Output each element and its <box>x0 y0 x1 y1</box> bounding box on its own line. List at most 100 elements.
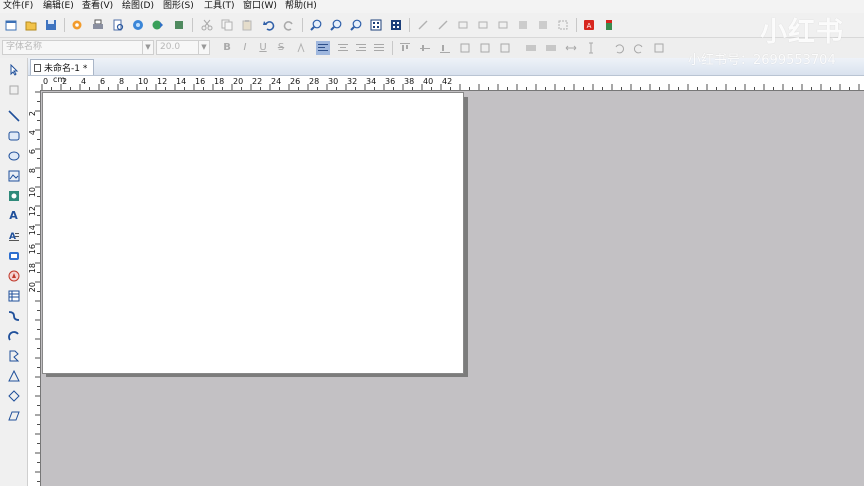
justify-icon[interactable] <box>372 41 386 55</box>
paragraph-icon[interactable]: A <box>6 228 21 243</box>
size-icon[interactable] <box>564 41 578 55</box>
font-size-select[interactable]: 20.0 ▼ <box>156 40 210 55</box>
table-icon[interactable] <box>6 288 21 303</box>
text-icon[interactable]: A <box>6 208 21 223</box>
polyline-icon[interactable] <box>6 348 21 363</box>
valign-bottom-icon[interactable] <box>438 41 452 55</box>
ruler-label: 36 <box>385 77 395 86</box>
ruler-label: 10 <box>138 77 148 86</box>
align-icon[interactable] <box>456 18 470 32</box>
zoom-out-icon[interactable] <box>329 18 343 32</box>
align-icon[interactable] <box>516 18 530 32</box>
shape-icon[interactable] <box>6 268 21 283</box>
ruler-label: 12 <box>28 206 37 216</box>
flip-icon[interactable] <box>652 41 666 55</box>
text-color-icon[interactable] <box>294 41 308 55</box>
toolbar-divider <box>409 18 410 32</box>
size-icon[interactable] <box>524 41 538 55</box>
stop-icon[interactable] <box>172 18 186 32</box>
size-icon[interactable] <box>584 41 598 55</box>
ruler-label: 40 <box>423 77 433 86</box>
menu-help[interactable]: 帮助(H) <box>285 0 317 13</box>
ruler-label: 30 <box>328 77 338 86</box>
redo-icon[interactable] <box>282 18 296 32</box>
open-icon[interactable] <box>24 18 38 32</box>
menu-view[interactable]: 查看(V) <box>82 0 113 13</box>
rotate-icon[interactable] <box>632 41 646 55</box>
italic-button[interactable]: I <box>238 41 252 55</box>
save-icon[interactable] <box>44 18 58 32</box>
distribute-icon[interactable] <box>498 41 512 55</box>
align-left-icon[interactable] <box>316 41 330 55</box>
align-icon[interactable] <box>476 18 490 32</box>
undo-icon[interactable] <box>262 18 276 32</box>
picture-icon[interactable] <box>6 188 21 203</box>
new-icon[interactable] <box>4 18 18 32</box>
database-icon[interactable] <box>131 18 145 32</box>
align-icon[interactable] <box>416 18 430 32</box>
vertical-ruler: 2 4 6 8 10 12 14 16 18 20 <box>28 90 41 486</box>
ruler-label: 22 <box>252 77 262 86</box>
paste-icon[interactable] <box>240 18 254 32</box>
image-icon[interactable] <box>6 168 21 183</box>
chevron-down-icon[interactable]: ▼ <box>142 41 153 54</box>
export-icon[interactable] <box>151 18 165 32</box>
curve-icon[interactable] <box>6 308 21 323</box>
settings-icon[interactable] <box>70 18 84 32</box>
ruler-label: 18 <box>28 263 37 273</box>
print-preview-icon[interactable] <box>111 18 125 32</box>
diamond-icon[interactable] <box>6 388 21 403</box>
ruler-label: 14 <box>176 77 186 86</box>
barcode-icon[interactable] <box>6 248 21 263</box>
menu-window[interactable]: 窗口(W) <box>243 0 277 13</box>
valign-middle-icon[interactable] <box>418 41 432 55</box>
select-icon[interactable] <box>6 62 21 77</box>
svg-text:A: A <box>587 22 592 30</box>
align-icon[interactable] <box>556 18 570 32</box>
align-icon[interactable] <box>496 18 510 32</box>
strikethrough-button[interactable]: S <box>274 41 288 55</box>
triangle-icon[interactable] <box>6 368 21 383</box>
zoom-in-icon[interactable] <box>309 18 323 32</box>
menu-draw[interactable]: 绘图(D) <box>122 0 154 13</box>
menu-tools[interactable]: 工具(T) <box>204 0 235 13</box>
menu-file[interactable]: 文件(F) <box>3 0 33 13</box>
size-icon[interactable] <box>544 41 558 55</box>
menu-shape[interactable]: 图形(S) <box>163 0 194 13</box>
zoom-grid-icon[interactable] <box>369 18 383 32</box>
toolbar-divider <box>64 18 65 32</box>
font-name-select[interactable]: 字体名称 ▼ <box>2 40 154 55</box>
battery-icon[interactable] <box>602 18 616 32</box>
parallelogram-icon[interactable] <box>6 408 21 423</box>
underline-button[interactable]: U <box>256 41 270 55</box>
cut-icon[interactable] <box>200 18 214 32</box>
pan-icon[interactable] <box>6 82 21 97</box>
ellipse-icon[interactable] <box>6 148 21 163</box>
valign-top-icon[interactable] <box>398 41 412 55</box>
align-right-icon[interactable] <box>354 41 368 55</box>
arc-icon[interactable] <box>6 328 21 343</box>
ruler-label: 42 <box>442 77 452 86</box>
align-icon[interactable] <box>536 18 550 32</box>
line-icon[interactable] <box>6 108 21 123</box>
ruler-label: 0 <box>43 77 48 86</box>
bold-button[interactable]: B <box>220 41 234 55</box>
ruler-label: 34 <box>366 77 376 86</box>
label-canvas[interactable] <box>42 92 464 374</box>
document-tab[interactable]: 未命名-1 * <box>30 59 95 75</box>
pdf-icon[interactable]: A <box>582 18 596 32</box>
menu-edit[interactable]: 编辑(E) <box>43 0 74 13</box>
chevron-down-icon[interactable]: ▼ <box>198 41 209 54</box>
align-icon[interactable] <box>436 18 450 32</box>
rectangle-icon[interactable] <box>6 128 21 143</box>
toolbar-divider <box>192 18 193 32</box>
distribute-icon[interactable] <box>478 41 492 55</box>
watermark-id: 小红书号：2699553704 <box>688 53 836 68</box>
print-icon[interactable] <box>91 18 105 32</box>
copy-icon[interactable] <box>220 18 234 32</box>
rotate-icon[interactable] <box>612 41 626 55</box>
distribute-icon[interactable] <box>458 41 472 55</box>
zoom-page-icon[interactable] <box>389 18 403 32</box>
zoom-fit-icon[interactable] <box>349 18 363 32</box>
align-center-icon[interactable] <box>336 41 350 55</box>
